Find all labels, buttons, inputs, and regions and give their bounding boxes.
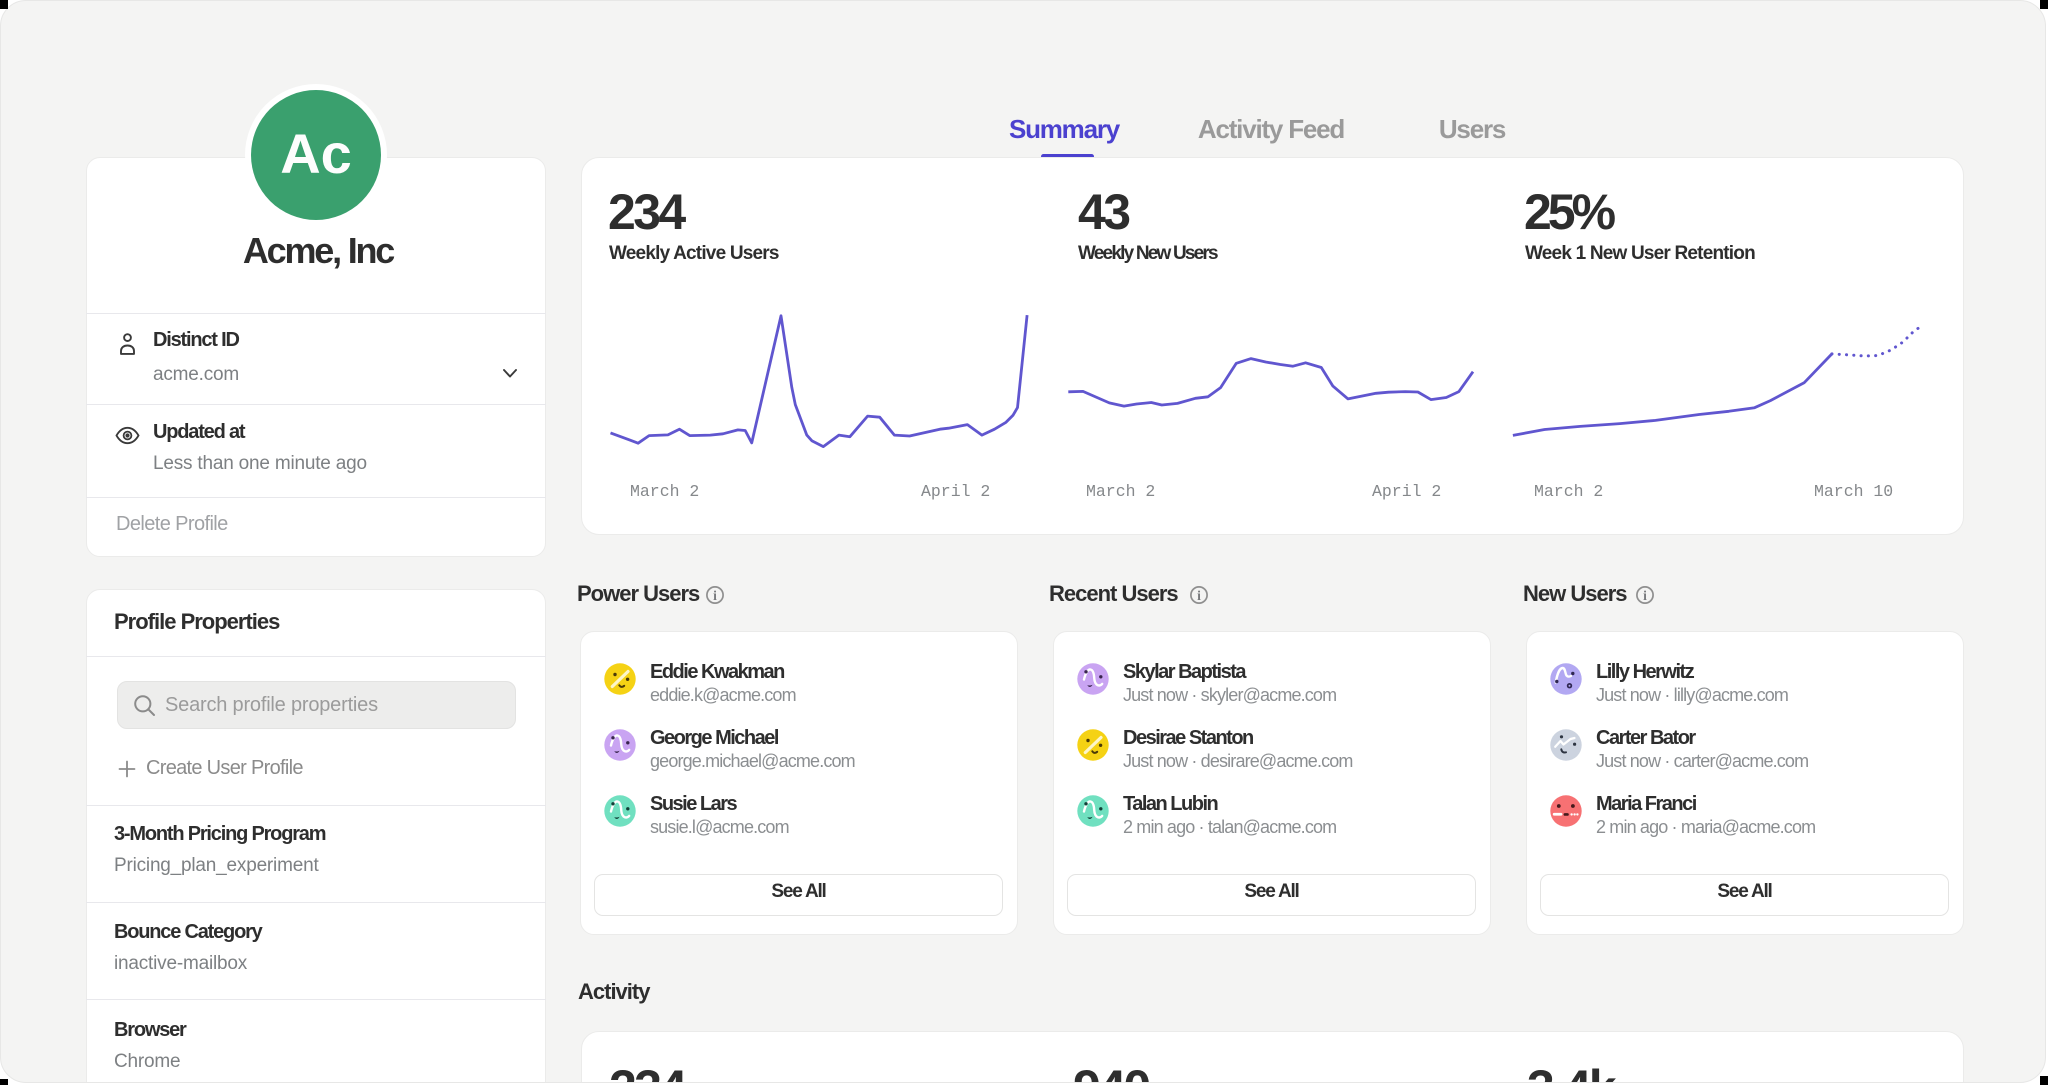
svg-text:i: i [1197,588,1201,603]
svg-text:i: i [713,588,717,603]
svg-text:i: i [1643,588,1647,603]
